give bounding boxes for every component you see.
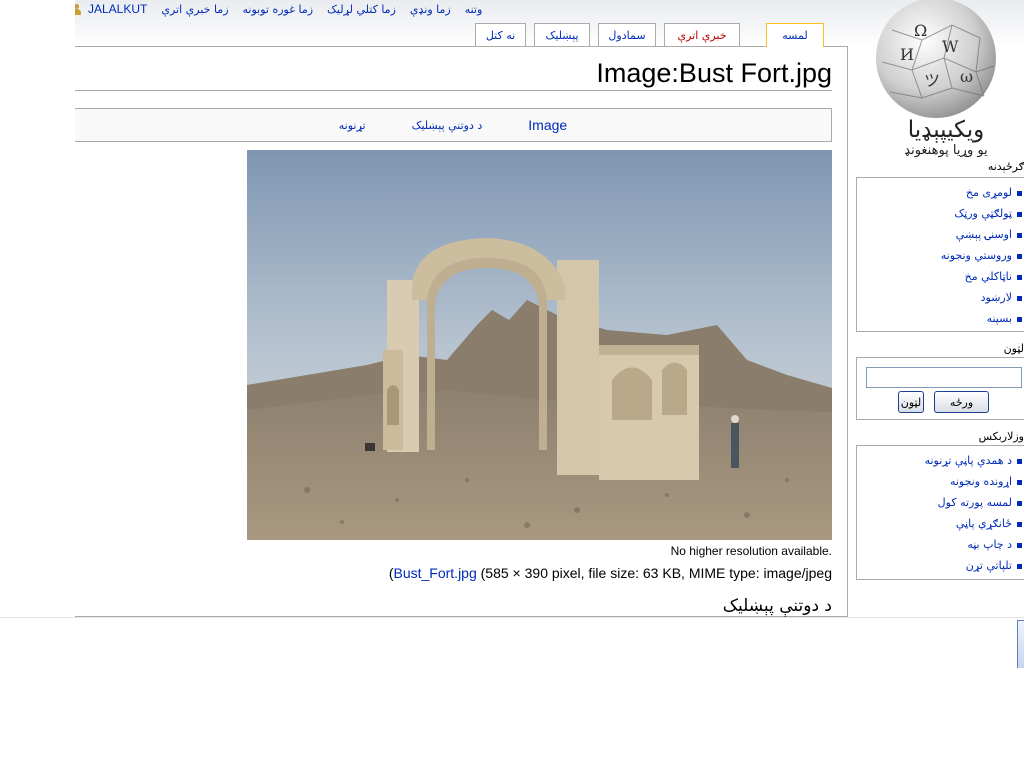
- navigation-title: ګرځېدنه: [987, 160, 1024, 173]
- go-button[interactable]: ورځه: [934, 391, 989, 413]
- file-name-link[interactable]: Bust_Fort.jpg: [393, 565, 476, 581]
- user-page-link[interactable]: JALALKUT: [88, 2, 147, 16]
- watchlist-link[interactable]: زما کتلي لړليک: [327, 3, 396, 16]
- tab-discussion[interactable]: خبرې اترې: [664, 23, 740, 46]
- svg-text:Ω: Ω: [914, 21, 927, 40]
- tab-unwatch[interactable]: نه کتل: [475, 23, 526, 46]
- tab-edit[interactable]: سمادول: [598, 23, 656, 46]
- nav-item-donate[interactable]: بسپنه: [857, 308, 1024, 329]
- contributions-link[interactable]: زما ونډې: [410, 3, 451, 16]
- toolbox-item-what-links-here[interactable]: د همدې پاڼې تړنونه: [857, 450, 1024, 471]
- svg-text:ツ: ツ: [924, 71, 940, 90]
- svg-text:ω: ω: [960, 67, 973, 86]
- tab-history[interactable]: پېښليک: [534, 23, 590, 46]
- toc-image[interactable]: Image: [528, 117, 567, 133]
- file-info: (Bust_Fort.jpg (585 × 390 pixel, file si…: [75, 565, 832, 581]
- tab-article[interactable]: لمسه: [766, 23, 824, 47]
- search-input[interactable]: [866, 367, 1022, 388]
- file-image[interactable]: [247, 150, 832, 540]
- toolbox-item-related-changes[interactable]: اړونده ونجونه: [857, 471, 1024, 492]
- toc-file-history[interactable]: د دوتنې پېښليک: [412, 119, 483, 132]
- toolbox-item-upload[interactable]: لمسه پورته کول: [857, 492, 1024, 513]
- scrollbar-fragment[interactable]: [1017, 620, 1024, 668]
- no-higher-resolution-text: No higher resolution available.: [670, 544, 832, 558]
- file-info-details: (585 × 390 pixel, file size: 63 KB, MIME…: [476, 565, 832, 581]
- navigation-portlet: لومړی مخ ټولګټې ورټک اوسنۍ پېښې وروستي و…: [856, 177, 1024, 332]
- toolbox-title: وزلاربکس: [978, 430, 1024, 443]
- logo-name: ويکيپېډيا: [908, 117, 985, 143]
- search-button[interactable]: لټون: [898, 391, 924, 413]
- svg-text:W: W: [942, 37, 959, 56]
- wikipedia-logo[interactable]: ΩW И ω ツ ويکيپېډيا يو وړيا پوهنغونډ: [872, 0, 1022, 160]
- logout-link[interactable]: وتنه: [465, 3, 483, 16]
- nav-item-random-page[interactable]: ناټاکلي مخ: [857, 266, 1024, 287]
- svg-text:И: И: [900, 45, 914, 64]
- logo-tagline: يو وړيا پوهنغونډ: [904, 143, 988, 158]
- personal-tools-bar: JALALKUT زما خبرې اترې زما غوره توبونه ز…: [72, 1, 496, 17]
- page-title: Image:Bust Fort.jpg: [75, 55, 832, 91]
- nav-item-recent-changes[interactable]: وروستي ونجونه: [857, 245, 1024, 266]
- toolbox-item-special-pages[interactable]: ځانګړي پاڼې: [857, 513, 1024, 534]
- file-history-heading: د دوتنې پېښليک: [722, 596, 832, 616]
- toc-links[interactable]: تړنونه: [339, 119, 366, 132]
- nav-item-help[interactable]: لارښود: [857, 287, 1024, 308]
- my-talk-link[interactable]: زما خبرې اترې: [161, 3, 228, 16]
- file-toc: تړنونه د دوتنې پېښليک Image: [75, 108, 832, 142]
- toolbox-item-permanent-link[interactable]: تلپاتې تړن: [857, 555, 1024, 576]
- nav-item-current-events[interactable]: اوسنۍ پېښې: [857, 224, 1024, 245]
- nav-item-community[interactable]: ټولګټې ورټک: [857, 203, 1024, 224]
- toolbox-portlet: د همدې پاڼې تړنونه اړونده ونجونه لمسه پو…: [856, 445, 1024, 580]
- search-title: لټون: [1003, 342, 1024, 355]
- bottom-blank-area: [0, 617, 1024, 768]
- toolbox-item-printable[interactable]: د چاپ بڼه: [857, 534, 1024, 555]
- preferences-link[interactable]: زما غوره توبونه: [243, 3, 314, 16]
- nav-item-main-page[interactable]: لومړی مخ: [857, 182, 1024, 203]
